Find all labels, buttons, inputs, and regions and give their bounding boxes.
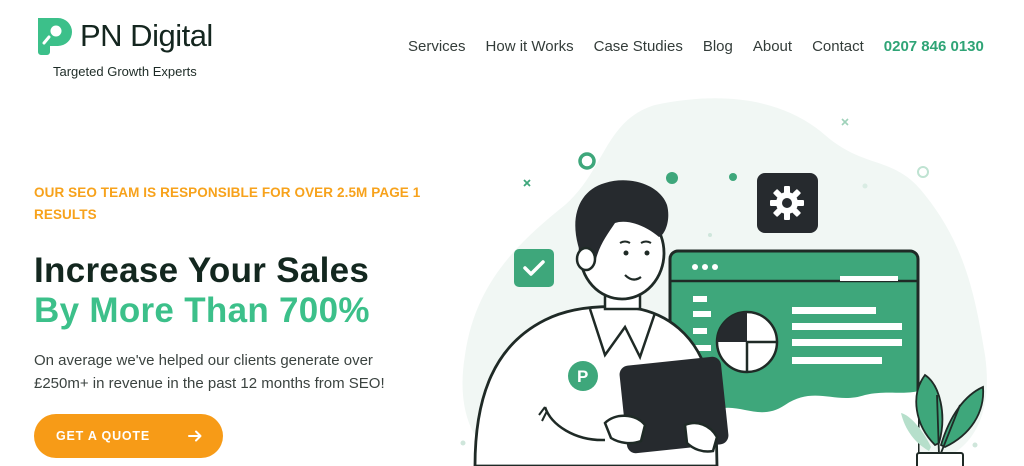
decor-cross — [523, 179, 531, 187]
decor-ring — [578, 152, 596, 170]
nav-item-case-studies[interactable]: Case Studies — [594, 38, 683, 55]
nav-item-about[interactable]: About — [753, 38, 792, 55]
brand-tagline: Targeted Growth Experts — [53, 64, 197, 79]
brand-name: PN Digital — [80, 17, 213, 53]
pie-chart-icon — [715, 310, 779, 374]
check-badge — [514, 249, 554, 287]
nav-item-blog[interactable]: Blog — [703, 38, 733, 55]
hero-illustration: P — [460, 98, 987, 466]
nav-item-contact[interactable]: Contact — [812, 38, 864, 55]
get-a-quote-button[interactable]: GET A QUOTE — [34, 414, 223, 458]
decor-dot — [729, 173, 737, 181]
main-nav: Services How it Works Case Studies Blog … — [408, 38, 984, 55]
nav-item-how-it-works[interactable]: How it Works — [486, 38, 574, 55]
nav-item-services[interactable]: Services — [408, 38, 466, 55]
get-a-quote-label: GET A QUOTE — [56, 429, 150, 443]
decor-dot — [666, 172, 678, 184]
arrow-right-icon — [188, 430, 202, 442]
hero-kicker: OUR SEO TEAM IS RESPONSIBLE FOR OVER 2.5… — [34, 185, 421, 222]
hero-headline: Increase Your Sales By More Than 700% — [34, 251, 370, 331]
brand-logo[interactable]: PN Digital — [34, 14, 213, 56]
shirt-badge-letter: P — [577, 367, 588, 386]
decor-dot — [862, 183, 868, 189]
hero-description: On average we've helped our clients gene… — [34, 352, 385, 392]
plant-pot — [916, 452, 964, 466]
decor-dot — [708, 233, 712, 237]
decor-ring — [917, 166, 929, 178]
decor-cross — [841, 118, 849, 126]
gear-icon — [770, 186, 804, 220]
nav-phone-link[interactable]: 0207 846 0130 — [884, 38, 984, 55]
decor-dot — [460, 440, 466, 446]
logo-mark-icon — [38, 18, 72, 55]
hero-headline-line2: By More Than 700% — [34, 291, 370, 330]
hero-headline-line1: Increase Your Sales — [34, 251, 370, 290]
decor-dot — [972, 442, 978, 448]
